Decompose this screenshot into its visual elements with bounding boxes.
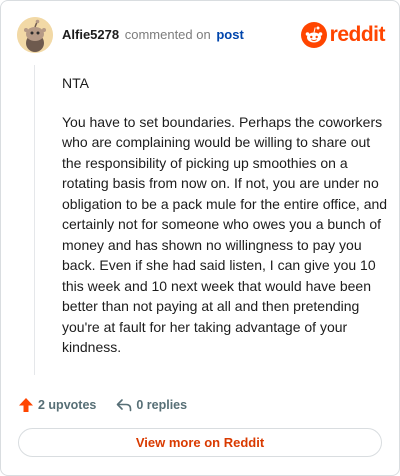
upvote-button[interactable]: 2 upvotes (18, 397, 96, 413)
snoo-avatar-icon[interactable] (17, 17, 53, 53)
comment-header: Alfie5278 commented on post reddit (17, 17, 386, 53)
upvote-arrow-icon (19, 398, 33, 412)
comment-embed-card: Alfie5278 commented on post reddit NTA Y… (0, 0, 400, 476)
comment-actions: 2 upvotes 0 replies (18, 395, 187, 415)
thread-line (34, 65, 35, 375)
comment-paragraph: NTA (62, 75, 89, 91)
reddit-wordmark: reddit (329, 23, 386, 46)
reply-button[interactable]: 0 replies (116, 397, 187, 413)
comment-paragraph: You have to set boundaries. Perhaps the … (62, 113, 388, 356)
reply-icon (117, 399, 132, 412)
reddit-logo[interactable]: reddit (300, 21, 386, 49)
post-link[interactable]: post (216, 27, 243, 42)
upvote-count: 2 upvotes (38, 398, 97, 412)
commented-on-text: commented on (124, 27, 211, 42)
comment-meta: Alfie5278 commented on post (62, 27, 244, 42)
author-name[interactable]: Alfie5278 (62, 27, 119, 42)
reply-count: 0 replies (136, 398, 188, 412)
view-more-on-reddit-button[interactable]: View more on Reddit (18, 428, 382, 457)
reddit-alien-icon (300, 22, 327, 48)
comment-body: NTA You have to set boundaries. Perhaps … (62, 73, 388, 376)
